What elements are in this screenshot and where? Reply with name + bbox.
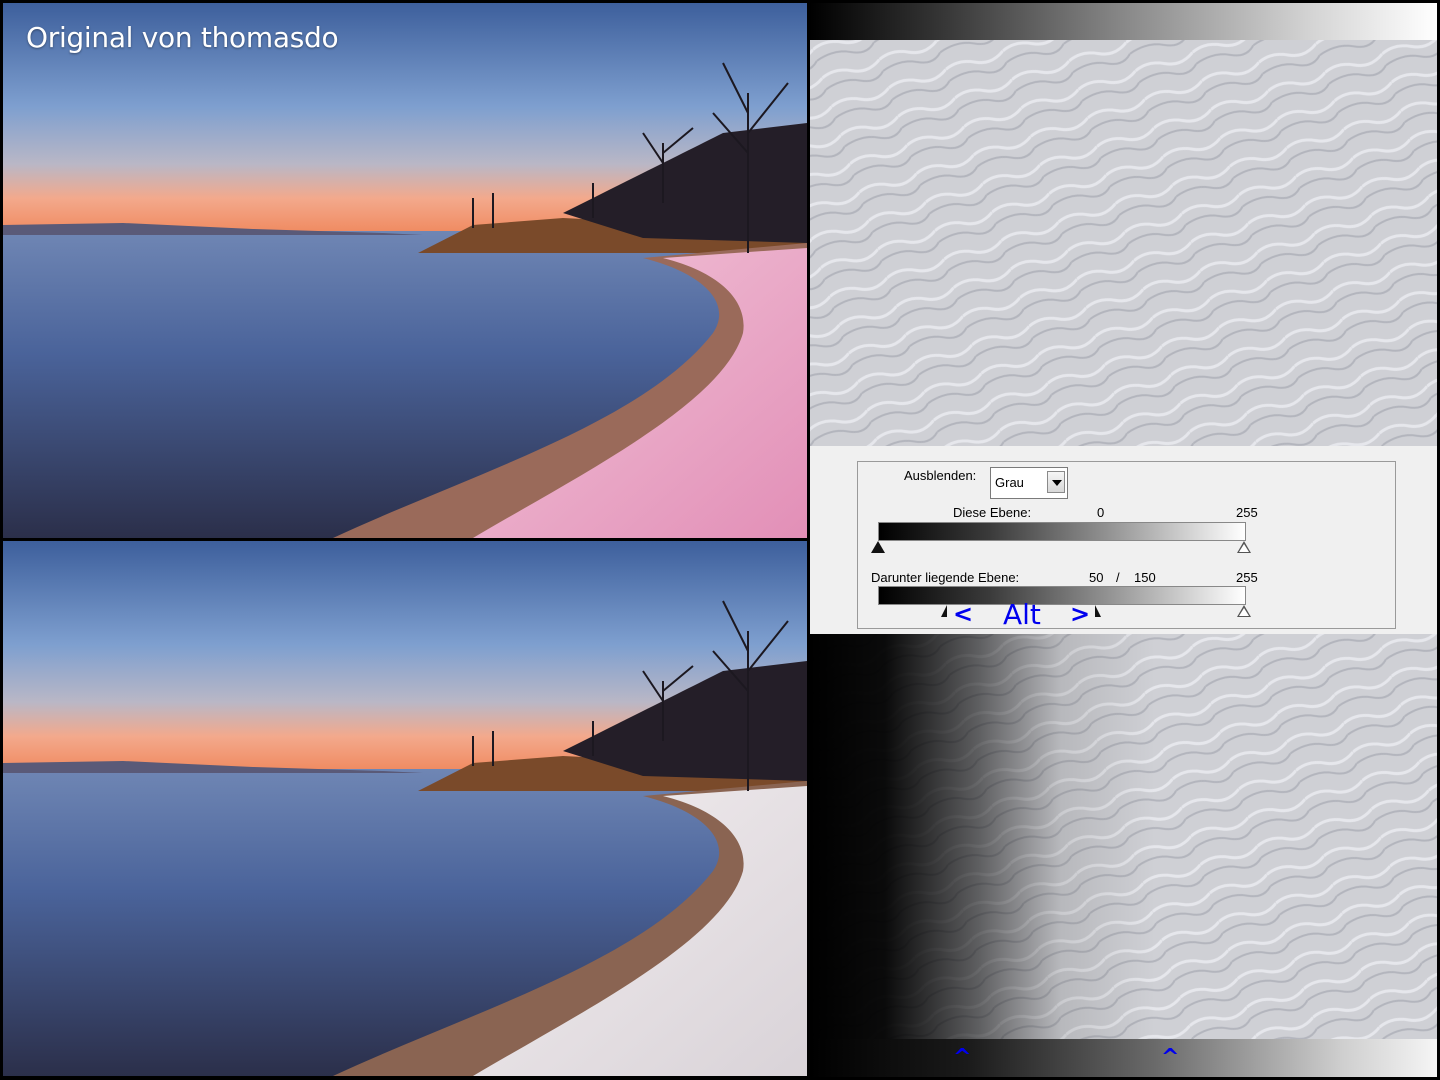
snow-texture-blended <box>810 634 1437 1039</box>
edited-photo <box>3 541 807 1076</box>
caret-marker-right: ^ <box>1161 1045 1180 1070</box>
underlying-black-high-value: 150 <box>1134 570 1156 585</box>
caret-marker-left: ^ <box>953 1045 972 1070</box>
this-layer-black-slider[interactable] <box>871 541 885 553</box>
alt-right-arrow: > <box>1070 600 1091 628</box>
this-layer-label: Diese Ebene: <box>953 505 1032 520</box>
this-layer-white-slider[interactable] <box>1237 541 1251 553</box>
snow-texture-top <box>810 40 1437 446</box>
blend-if-group: Ausblenden: Grau Diese Ebene: 0 255 Daru… <box>857 461 1396 631</box>
underlying-layer-gradient-bar <box>878 586 1246 605</box>
original-photo: Original von thomasdo <box>3 3 807 538</box>
blend-fade-overlay <box>810 634 1437 1039</box>
this-layer-black-value: 0 <box>1097 505 1105 520</box>
underlying-black-high-slider[interactable] <box>1095 605 1101 617</box>
gradient-strip-bottom <box>810 1039 1437 1077</box>
this-layer-gradient-bar <box>878 522 1246 541</box>
chevron-down-icon[interactable] <box>1047 471 1065 493</box>
underlying-white-value: 255 <box>1236 570 1258 585</box>
ausblenden-dropdown[interactable]: Grau <box>990 467 1068 499</box>
photo-caption: Original von thomasdo <box>26 21 339 54</box>
underlying-black-low-slider[interactable] <box>941 605 947 617</box>
ausblenden-label: Ausblenden: <box>901 468 980 483</box>
alt-left-arrow: < <box>953 600 974 628</box>
underlying-separator: / <box>1116 570 1120 585</box>
underlying-black-low-value: 50 <box>1089 570 1104 585</box>
gradient-strip-top <box>810 3 1437 40</box>
alt-hint-text: Alt <box>1003 598 1041 631</box>
blend-if-panel: Ausblenden: Grau Diese Ebene: 0 255 Daru… <box>810 446 1437 634</box>
ausblenden-value: Grau <box>995 475 1024 490</box>
underlying-white-slider[interactable] <box>1237 605 1251 617</box>
underlying-layer-label: Darunter liegende Ebene: <box>871 570 1020 585</box>
this-layer-white-value: 255 <box>1236 505 1258 520</box>
